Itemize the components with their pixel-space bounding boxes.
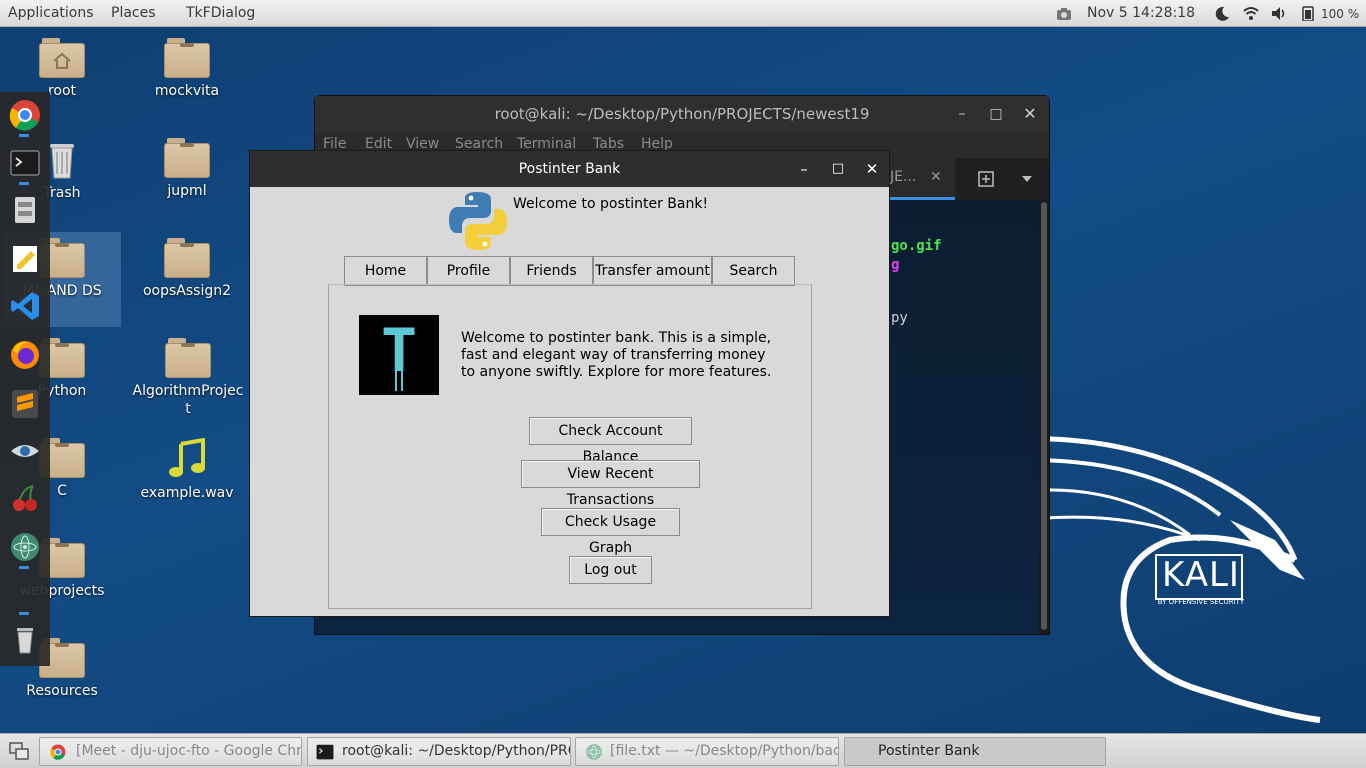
- desktop-icon-mockvita[interactable]: mockvita: [132, 38, 242, 100]
- firefox-icon[interactable]: [9, 339, 41, 371]
- vscode-icon[interactable]: [9, 290, 41, 322]
- text-editor-icon[interactable]: [9, 243, 41, 275]
- desktop-icon-label: Resources: [26, 683, 98, 699]
- terminal-line: g: [891, 257, 900, 273]
- show-desktop-icon[interactable]: [9, 742, 29, 760]
- volume-icon[interactable]: [1271, 6, 1287, 21]
- tab-close-icon[interactable]: ✕: [930, 169, 942, 185]
- app-dock: [0, 92, 50, 666]
- desktop-icon-oopsassign2[interactable]: oopsAssign2: [132, 238, 242, 300]
- desktop-icon-example-wav[interactable]: example.wav: [132, 438, 242, 502]
- desktop-icon-label: root: [47, 83, 77, 99]
- terminal-line: go.gif: [891, 238, 942, 254]
- active-app-menu[interactable]: TkFDialog: [186, 5, 255, 21]
- trash-icon[interactable]: [9, 624, 41, 656]
- new-tab-icon[interactable]: [977, 170, 995, 188]
- tab-profile[interactable]: Profile: [427, 256, 510, 286]
- bank-logo-image: T: [359, 315, 439, 395]
- terminal-tab-label: JE...: [890, 169, 917, 185]
- sublime-icon[interactable]: [9, 388, 41, 420]
- clock[interactable]: Nov 5 14:28:18: [1087, 5, 1195, 21]
- taskbar-item-label: Postinter Bank: [878, 743, 980, 759]
- folder-icon: [164, 138, 210, 178]
- taskbar-item-atom[interactable]: [file.txt — ~/Desktop/Python/back...: [575, 737, 839, 766]
- close-button[interactable]: ✕: [861, 151, 883, 187]
- places-menu[interactable]: Places: [111, 5, 156, 21]
- battery-percent: 100 %: [1321, 7, 1360, 21]
- kali-brand: KALI: [1162, 555, 1240, 595]
- desktop-icon-algorithmproject[interactable]: AlgorithmProject: [132, 338, 244, 418]
- logout-button[interactable]: Log out: [569, 556, 652, 584]
- tab-transfer-amount[interactable]: Transfer amount: [593, 256, 712, 286]
- check-balance-button[interactable]: Check Account Balance: [529, 417, 692, 465]
- folder-icon: [165, 338, 211, 378]
- desktop-icon-label: C: [57, 483, 67, 499]
- chrome-icon: [50, 744, 66, 760]
- scrollbar-thumb[interactable]: [1041, 202, 1047, 630]
- dialog-title: Postinter Bank: [518, 161, 621, 177]
- desktop-icon-jupml[interactable]: jupml: [132, 138, 242, 200]
- wifi-icon[interactable]: [1243, 6, 1259, 21]
- welcome-heading: Welcome to postinter Bank!: [513, 196, 709, 212]
- terminal-line: py: [891, 310, 908, 326]
- terminal-titlebar[interactable]: root@kali: ~/Desktop/Python/PROJECTS/new…: [315, 96, 1049, 132]
- desktop-icon-label: mockvita: [154, 83, 220, 99]
- tab-search[interactable]: Search: [712, 256, 795, 286]
- chrome-icon[interactable]: [9, 99, 41, 131]
- maximize-button[interactable]: □: [986, 96, 1006, 132]
- applications-menu[interactable]: Applications: [8, 5, 94, 21]
- music-file-icon: [169, 438, 205, 477]
- terminal-icon: [316, 744, 334, 760]
- terminal-title: root@kali: ~/Desktop/Python/PROJECTS/new…: [494, 105, 870, 123]
- terminal-icon[interactable]: [9, 147, 41, 179]
- atom-icon: [586, 744, 602, 760]
- eye-icon[interactable]: [9, 435, 41, 467]
- desktop-icon-label: example.wav: [140, 485, 234, 501]
- camera-icon[interactable]: [1056, 6, 1072, 21]
- night-mode-icon[interactable]: [1214, 6, 1230, 21]
- dialog-titlebar[interactable]: Postinter Bank – □ ✕: [250, 151, 889, 187]
- files-icon[interactable]: [9, 194, 41, 226]
- taskbar-item-label: [file.txt — ~/Desktop/Python/back...: [610, 743, 839, 759]
- terminal-scrollbar[interactable]: [1039, 200, 1049, 634]
- atom-icon[interactable]: [9, 531, 41, 563]
- bottom-taskbar: [Meet - dju-ujoc-fto - Google Chro... ro…: [0, 733, 1366, 768]
- desktop-icon-label: oopsAssign2: [142, 283, 232, 299]
- taskbar-item-label: [Meet - dju-ujoc-fto - Google Chro...: [76, 743, 302, 759]
- tab-home[interactable]: Home: [344, 256, 427, 286]
- cherry-icon[interactable]: [9, 482, 41, 514]
- home-folder-icon: [39, 38, 85, 78]
- chevron-down-icon[interactable]: [1021, 174, 1033, 184]
- maximize-button[interactable]: □: [827, 151, 849, 187]
- view-transactions-button[interactable]: View Recent Transactions: [521, 460, 700, 508]
- folder-icon: [164, 38, 210, 78]
- close-button[interactable]: ✕: [1020, 96, 1040, 132]
- battery-icon[interactable]: [1300, 6, 1316, 21]
- taskbar-item-chrome[interactable]: [Meet - dju-ujoc-fto - Google Chro...: [39, 737, 302, 766]
- desktop-icon-root[interactable]: root: [7, 38, 117, 100]
- taskbar-item-terminal[interactable]: root@kali: ~/Desktop/Python/PRO...: [307, 737, 571, 766]
- desktop-icon-label: jupml: [167, 183, 207, 199]
- home-content-frame: T Welcome to postinter bank. This is a s…: [328, 284, 812, 609]
- usage-graph-button[interactable]: Check Usage Graph: [541, 508, 680, 556]
- taskbar-item-postinter-bank[interactable]: Postinter Bank: [844, 737, 1106, 766]
- taskbar-item-label: root@kali: ~/Desktop/Python/PRO...: [342, 743, 571, 759]
- minimize-button[interactable]: –: [793, 151, 815, 187]
- postinter-bank-window[interactable]: Postinter Bank – □ ✕ Welcome to postinte…: [249, 150, 890, 617]
- kali-tagline: BY OFFENSIVE SECURITY: [1157, 598, 1245, 606]
- minimize-button[interactable]: –: [952, 96, 972, 132]
- python-logo-icon: [449, 192, 507, 250]
- desktop-icon-label: AlgorithmProject: [132, 383, 244, 417]
- top-panel: Applications Places TkFDialog Nov 5 14:2…: [0, 0, 1366, 27]
- home-description: Welcome to postinter bank. This is a sim…: [461, 330, 772, 380]
- tab-friends[interactable]: Friends: [510, 256, 593, 286]
- folder-icon: [164, 238, 210, 278]
